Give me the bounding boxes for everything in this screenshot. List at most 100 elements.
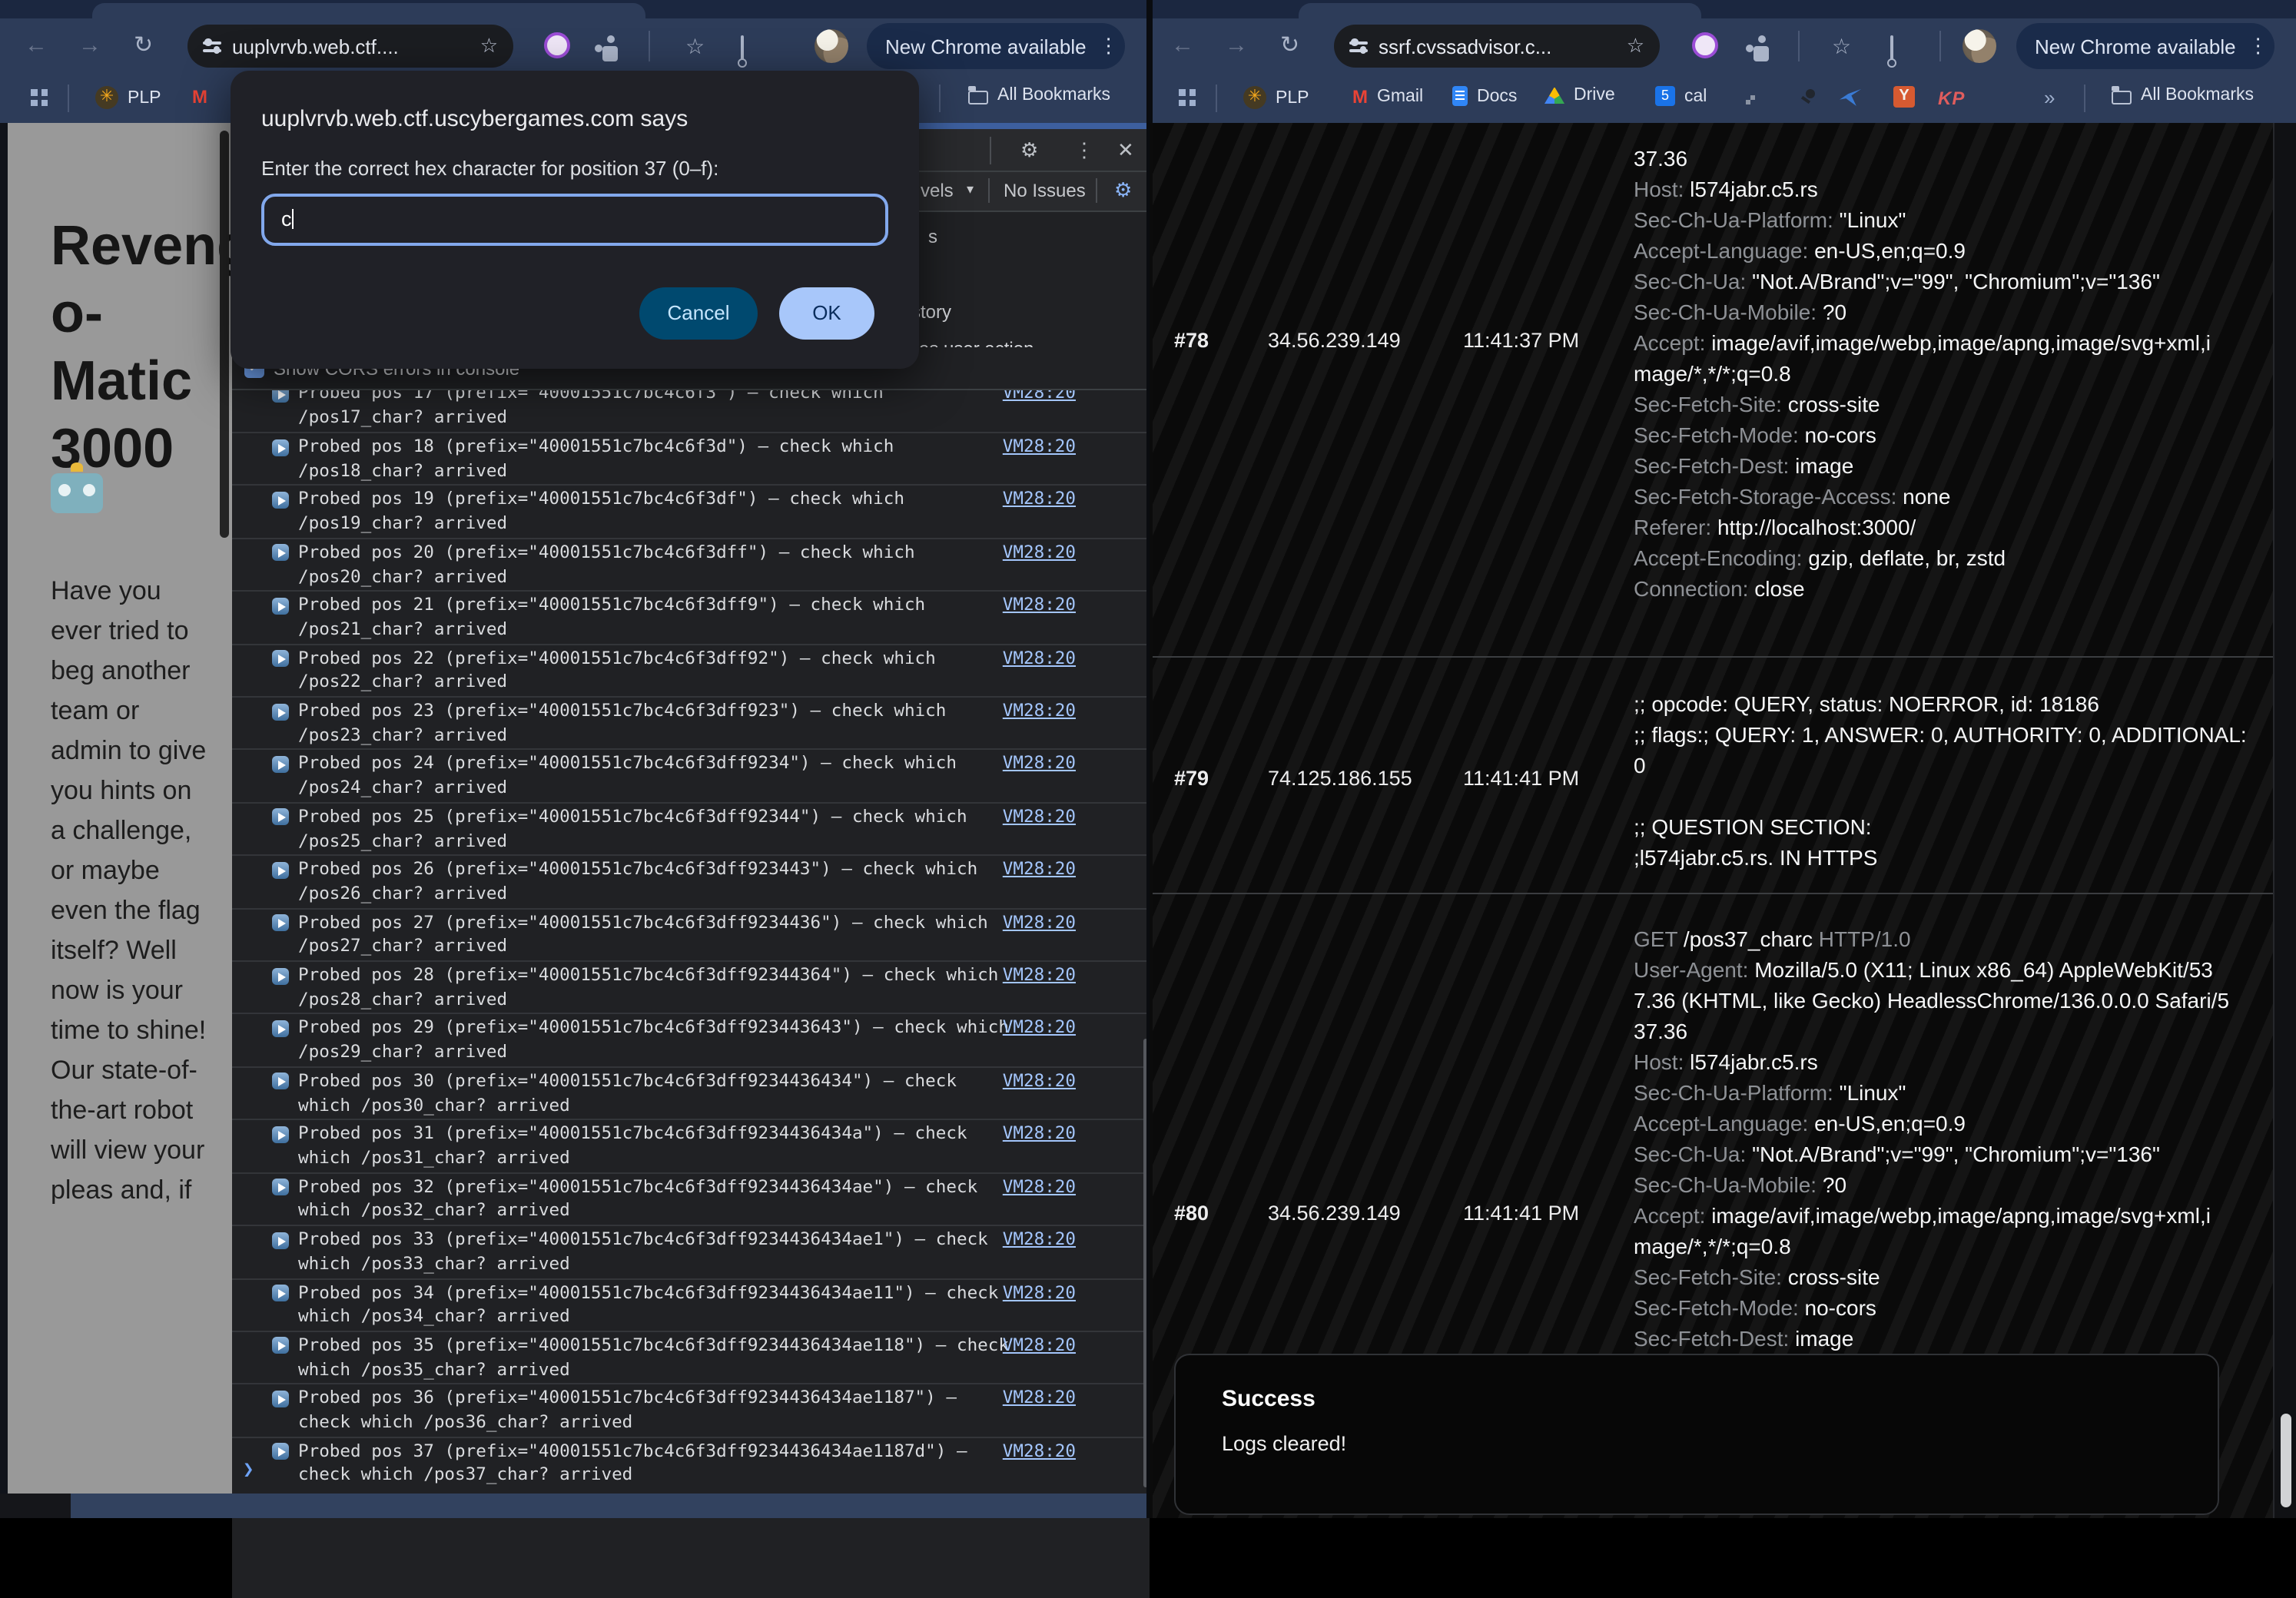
- site-settings-icon[interactable]: [1349, 37, 1368, 55]
- scrollbar-track[interactable]: [2273, 123, 2296, 1518]
- left-active-tab[interactable]: [92, 3, 645, 18]
- source-link[interactable]: VM28:20: [1003, 648, 1076, 668]
- source-link[interactable]: VM28:20: [1003, 807, 1076, 827]
- dialog-text-input[interactable]: c: [261, 194, 888, 246]
- extension-icon-purple[interactable]: [1692, 32, 1718, 58]
- console-log-row[interactable]: Probed pos 28 (prefix="40001551c7bc4c6f3…: [232, 960, 1150, 1013]
- bookmark-plp[interactable]: ✳ PLP: [95, 86, 161, 109]
- source-link[interactable]: VM28:20: [1003, 912, 1076, 932]
- source-link[interactable]: VM28:20: [1003, 860, 1076, 880]
- console-log-row[interactable]: Probed pos 24 (prefix="40001551c7bc4c6f3…: [232, 749, 1150, 802]
- console-log-row[interactable]: Probed pos 29 (prefix="40001551c7bc4c6f3…: [232, 1013, 1150, 1066]
- bookmark-favicon-fragment[interactable]: [1746, 92, 1758, 104]
- no-issues-label[interactable]: No Issues: [1004, 180, 1086, 201]
- forward-icon[interactable]: →: [1225, 18, 1248, 74]
- extension-inspect-icon[interactable]: [1890, 35, 1893, 65]
- console-log-row[interactable]: Probed pos 17 (prefix="40001551c7bc4c6f3…: [232, 390, 1150, 431]
- ok-button[interactable]: OK: [779, 287, 874, 340]
- forward-icon[interactable]: →: [78, 18, 101, 74]
- source-link[interactable]: VM28:20: [1003, 1071, 1076, 1091]
- extension-star-icon[interactable]: ☆: [685, 18, 705, 74]
- source-link[interactable]: VM28:20: [1003, 1388, 1076, 1408]
- apps-grid-icon[interactable]: [1179, 89, 1196, 106]
- apps-grid-icon[interactable]: [31, 89, 48, 106]
- right-active-tab[interactable]: [1299, 3, 1701, 18]
- back-icon[interactable]: ←: [1171, 18, 1194, 74]
- source-link[interactable]: VM28:20: [1003, 1335, 1076, 1355]
- console-log-list[interactable]: Probed pos 17 (prefix="40001551c7bc4c6f3…: [232, 390, 1150, 1598]
- bookmarks-overflow-icon[interactable]: »: [2044, 86, 2055, 109]
- console-log-row[interactable]: Probed pos 25 (prefix="40001551c7bc4c6f3…: [232, 802, 1150, 855]
- bookmark-star-icon[interactable]: ☆: [1627, 34, 1644, 58]
- bookmark-gmail[interactable]: M Gmail: [1352, 86, 1423, 108]
- console-log-row[interactable]: Probed pos 30 (prefix="40001551c7bc4c6f3…: [232, 1066, 1150, 1119]
- update-chrome-pill[interactable]: New Chrome available ⋮: [867, 23, 1125, 69]
- extension-icon-purple[interactable]: [544, 32, 570, 58]
- console-log-row[interactable]: Probed pos 20 (prefix="40001551c7bc4c6f3…: [232, 538, 1150, 591]
- profile-avatar[interactable]: [815, 29, 848, 63]
- menu-kebab-icon[interactable]: ⋮: [1099, 34, 1119, 58]
- source-link[interactable]: VM28:20: [1003, 390, 1076, 403]
- cancel-button[interactable]: Cancel: [639, 287, 758, 340]
- reload-icon[interactable]: ↻: [134, 18, 153, 74]
- profile-avatar[interactable]: [1963, 29, 1996, 63]
- update-chrome-pill[interactable]: New Chrome available ⋮: [2016, 23, 2274, 69]
- menu-kebab-icon[interactable]: ⋮: [2248, 34, 2268, 58]
- console-log-row[interactable]: Probed pos 37 (prefix="40001551c7bc4c6f3…: [232, 1436, 1150, 1489]
- source-link[interactable]: VM28:20: [1003, 1124, 1076, 1144]
- console-log-row[interactable]: Probed pos 23 (prefix="40001551c7bc4c6f3…: [232, 696, 1150, 749]
- address-bar[interactable]: uuplvrvb.web.ctf.... ☆: [187, 25, 513, 68]
- devtools-settings-icon[interactable]: ⚙: [1020, 138, 1038, 163]
- devtools-close-icon[interactable]: ✕: [1117, 138, 1134, 163]
- console-log-row[interactable]: Probed pos 34 (prefix="40001551c7bc4c6f3…: [232, 1278, 1150, 1331]
- console-log-row[interactable]: Probed pos 31 (prefix="40001551c7bc4c6f3…: [232, 1119, 1150, 1172]
- source-link[interactable]: VM28:20: [1003, 965, 1076, 985]
- console-log-row[interactable]: Probed pos 36 (prefix="40001551c7bc4c6f3…: [232, 1384, 1150, 1437]
- source-link[interactable]: VM28:20: [1003, 1441, 1076, 1460]
- url-text[interactable]: ssrf.cvssadvisor.c...: [1379, 35, 1616, 58]
- bookmark-docs[interactable]: Docs: [1452, 86, 1517, 106]
- source-link[interactable]: VM28:20: [1003, 1282, 1076, 1302]
- bookmark-calendar[interactable]: 5 cal: [1655, 86, 1707, 106]
- all-bookmarks[interactable]: All Bookmarks: [968, 86, 1110, 104]
- bookmark-gmail[interactable]: M: [192, 86, 207, 108]
- console-settings-icon-active[interactable]: ⚙: [1114, 178, 1132, 203]
- source-link[interactable]: VM28:20: [1003, 542, 1076, 562]
- console-log-row[interactable]: Probed pos 22 (prefix="40001551c7bc4c6f3…: [232, 643, 1150, 696]
- site-settings-icon[interactable]: [203, 37, 221, 55]
- log-levels-dropdown[interactable]: vels: [921, 180, 954, 201]
- console-log-row[interactable]: Probed pos 26 (prefix="40001551c7bc4c6f3…: [232, 855, 1150, 908]
- console-log-row[interactable]: Probed pos 27 (prefix="40001551c7bc4c6f3…: [232, 907, 1150, 960]
- devtools-kebab-icon[interactable]: ⋮: [1074, 138, 1094, 163]
- source-link[interactable]: VM28:20: [1003, 489, 1076, 509]
- console-log-row[interactable]: Probed pos 32 (prefix="40001551c7bc4c6f3…: [232, 1172, 1150, 1225]
- all-bookmarks[interactable]: All Bookmarks: [2112, 86, 2254, 104]
- console-log-row[interactable]: Probed pos 18 (prefix="40001551c7bc4c6f3…: [232, 432, 1150, 485]
- bookmark-plp[interactable]: ✳ PLP: [1243, 86, 1309, 109]
- source-link[interactable]: VM28:20: [1003, 595, 1076, 615]
- source-link[interactable]: VM28:20: [1003, 436, 1076, 456]
- console-log-row[interactable]: Probed pos 19 (prefix="40001551c7bc4c6f3…: [232, 485, 1150, 538]
- console-log-row[interactable]: Probed pos 35 (prefix="40001551c7bc4c6f3…: [232, 1331, 1150, 1384]
- page-scrollbar[interactable]: [220, 131, 229, 538]
- scrollbar-thumb[interactable]: [2280, 1414, 2291, 1507]
- source-link[interactable]: VM28:20: [1003, 1176, 1076, 1196]
- bookmark-star-icon[interactable]: ☆: [480, 34, 498, 58]
- source-link[interactable]: VM28:20: [1003, 701, 1076, 721]
- source-link[interactable]: VM28:20: [1003, 754, 1076, 774]
- url-text[interactable]: uuplvrvb.web.ctf....: [232, 35, 469, 58]
- extension-star-icon[interactable]: ☆: [1832, 18, 1851, 74]
- bookmark-kp[interactable]: KP: [1938, 88, 1965, 109]
- bookmark-drive[interactable]: Drive: [1544, 86, 1615, 104]
- back-icon[interactable]: ←: [25, 18, 48, 74]
- bookmark-ycombinator-icon[interactable]: Y: [1893, 86, 1915, 108]
- reload-icon[interactable]: ↻: [1280, 18, 1299, 74]
- console-log-row[interactable]: Probed pos 33 (prefix="40001551c7bc4c6f3…: [232, 1225, 1150, 1278]
- request-log-list[interactable]: 37.36Host: l574jabr.c5.rsSec-Ch-Ua-Platf…: [1153, 123, 2273, 1518]
- extension-inspect-icon[interactable]: [741, 35, 744, 65]
- console-log-row[interactable]: Probed pos 21 (prefix="40001551c7bc4c6f3…: [232, 590, 1150, 643]
- source-link[interactable]: VM28:20: [1003, 1018, 1076, 1038]
- source-link[interactable]: VM28:20: [1003, 1229, 1076, 1249]
- console-prompt-icon[interactable]: ❯: [243, 1458, 254, 1480]
- address-bar[interactable]: ssrf.cvssadvisor.c... ☆: [1334, 25, 1660, 68]
